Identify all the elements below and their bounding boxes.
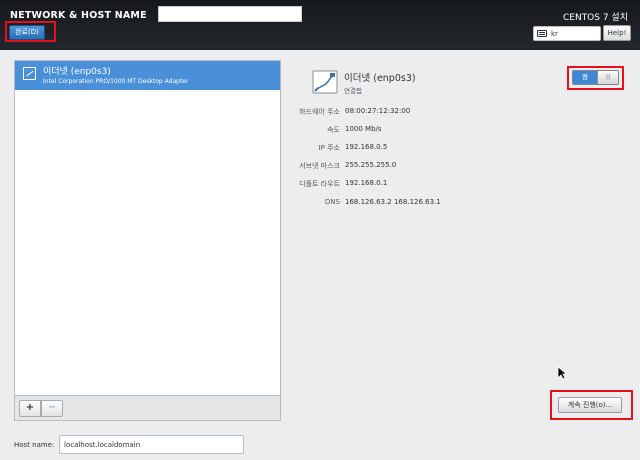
title-blank-field: [158, 6, 302, 22]
help-button[interactable]: Help!: [603, 25, 631, 41]
keyboard-layout-label: kr: [551, 29, 558, 38]
default-route-value: 192.168.0.1: [345, 179, 388, 187]
hostname-label: Host name:: [14, 441, 55, 449]
done-highlight-box: [5, 21, 56, 42]
keyboard-layout-indicator[interactable]: kr: [533, 26, 601, 41]
speed-value: 1000 Mb/s: [345, 125, 382, 133]
remove-device-button[interactable]: −: [41, 400, 63, 417]
mouse-pointer-icon: [557, 366, 567, 380]
speed-label: 속도: [327, 126, 340, 134]
installer-title: CENTOS 7 설치: [562, 13, 628, 23]
device-detail-name: 이더넷 (enp0s3): [344, 73, 416, 84]
hardware-address-value: 08:00:27:12:32:00: [345, 107, 411, 115]
subnet-mask-label: 서브넷 마스크: [299, 162, 340, 170]
device-description: Intel Corporation PRO/1000 MT Desktop Ad…: [43, 78, 189, 85]
dns-value: 168.126.63.2 168.126.63.1: [345, 198, 441, 206]
toggle-highlight-box: [567, 66, 624, 90]
ethernet-icon: [23, 67, 36, 80]
ethernet-cable-icon: [312, 70, 338, 94]
device-item-enp0s3[interactable]: 이더넷 (enp0s3) Intel Corporation PRO/1000 …: [15, 61, 280, 90]
header-bar: NETWORK & HOST NAME 완료(D) CENTOS 7 설치 kr…: [0, 0, 640, 50]
spoke-title: NETWORK & HOST NAME: [10, 10, 147, 21]
device-list-toolbar: + −: [14, 396, 281, 421]
ip-address-value: 192.168.0.5: [345, 143, 388, 151]
hardware-address-label: 하드웨어 주소: [299, 108, 340, 116]
ip-address-label: IP 주소: [318, 144, 340, 152]
continue-highlight-box: [550, 390, 633, 420]
device-connection-status: 연결됨: [344, 87, 362, 95]
device-name: 이더넷 (enp0s3): [43, 67, 111, 77]
hostname-input[interactable]: [59, 435, 244, 454]
dns-label: DNS: [324, 198, 340, 206]
network-device-list: 이더넷 (enp0s3) Intel Corporation PRO/1000 …: [14, 60, 281, 396]
subnet-mask-value: 255.255.255.0: [345, 161, 397, 169]
default-route-label: 디폴트 라우트: [299, 180, 340, 188]
add-device-button[interactable]: +: [19, 400, 41, 417]
keyboard-icon: [537, 30, 547, 37]
